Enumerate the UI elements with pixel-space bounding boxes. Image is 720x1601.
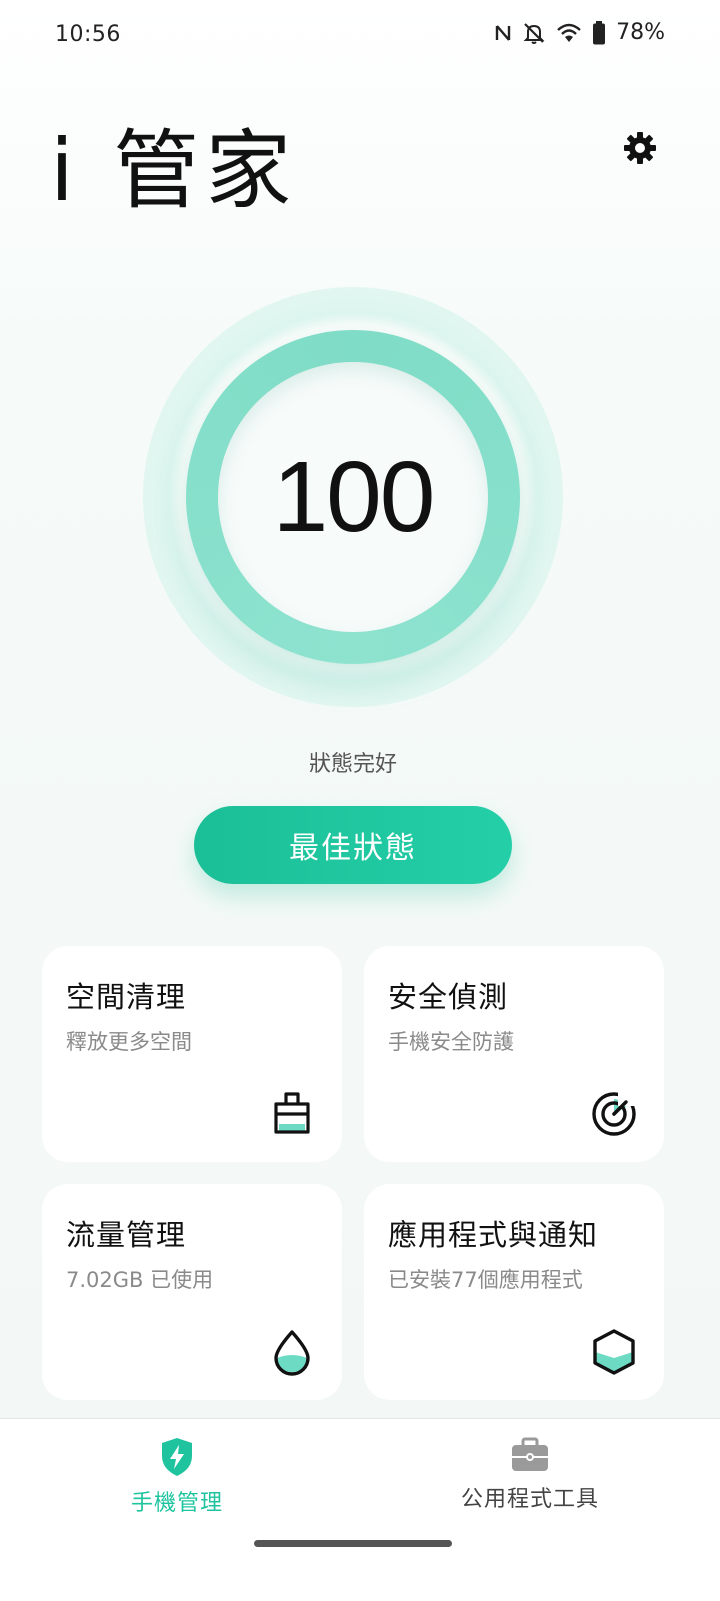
tab-label: 手機管理 (130, 1491, 223, 1516)
water-drop-icon (274, 1330, 310, 1376)
card-apps-notifications[interactable]: 應用程式與通知 已安裝77個應用程式 (364, 1184, 664, 1400)
card-subtitle: 已安裝77個應用程式 (388, 1268, 583, 1292)
status-bar: 10:56 78% (0, 0, 720, 72)
shield-bolt-icon (162, 1438, 192, 1476)
tab-label: 公用程式工具 (460, 1487, 599, 1512)
status-icons: 78% (494, 20, 665, 45)
nfc-icon (494, 22, 512, 44)
page-title: i 管家 (50, 121, 298, 221)
card-space-cleanup[interactable]: 空間清理 釋放更多空間 (42, 946, 342, 1162)
toolbox-icon (512, 1437, 548, 1471)
card-subtitle: 7.02GB 已使用 (66, 1268, 214, 1292)
gear-icon (624, 132, 656, 164)
card-data-usage[interactable]: 流量管理 7.02GB 已使用 (42, 1184, 342, 1400)
optimize-button[interactable]: 最佳狀態 (194, 806, 512, 884)
tab-phone-management[interactable]: 手機管理 (57, 1437, 297, 1517)
bell-off-icon (522, 21, 546, 45)
battery-icon (592, 20, 606, 45)
status-time: 10:56 (55, 22, 121, 47)
card-security-scan[interactable]: 安全偵測 手機安全防護 (364, 946, 664, 1162)
home-indicator[interactable] (254, 1540, 452, 1547)
bottom-nav: 手機管理 公用程式工具 (0, 1418, 720, 1601)
tab-utility-tools[interactable]: 公用程式工具 (410, 1437, 650, 1513)
card-title: 流量管理 (66, 1218, 187, 1252)
settings-button[interactable] (616, 124, 664, 172)
battery-percent: 78% (616, 20, 665, 45)
card-title: 應用程式與通知 (388, 1218, 599, 1252)
status-text: 狀態完好 (308, 752, 397, 777)
broom-icon (274, 1092, 310, 1134)
card-title: 空間清理 (66, 980, 187, 1014)
hexagon-icon (593, 1329, 635, 1375)
card-title: 安全偵測 (388, 980, 509, 1014)
card-subtitle: 釋放更多空間 (66, 1030, 192, 1054)
score-value: 100 (272, 440, 436, 553)
wifi-icon (556, 22, 582, 44)
radar-icon (592, 1092, 636, 1136)
card-subtitle: 手機安全防護 (388, 1030, 514, 1054)
